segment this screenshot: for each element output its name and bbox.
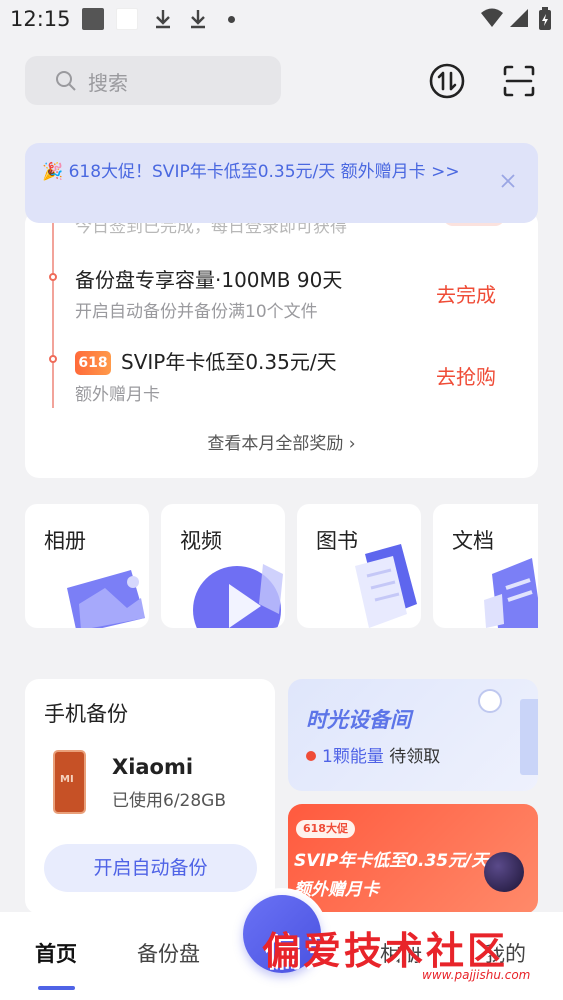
watermark: 偏爱技术社区 www.pajjishu.com [262, 920, 530, 982]
planet-decoration [484, 852, 524, 892]
promo-banner[interactable]: 🎉 618大促！SVIP年卡低至0.35元/天 额外赠月卡 >> [25, 143, 538, 223]
device-usage: 已使用6/28GB [112, 791, 227, 811]
window-decoration [520, 699, 538, 775]
backup-title: 手机备份 [44, 702, 128, 726]
tab-backup-disk[interactable]: 备份盘 [137, 938, 200, 968]
phone-backup-card[interactable]: 手机备份 MI Xiaomi 已使用6/28GB 开启自动备份 [25, 679, 275, 914]
promo-banner-text: 🎉 618大促！SVIP年卡低至0.35元/天 额外赠月卡 >> [42, 162, 460, 182]
time-device-card[interactable]: 时光设备间 1颗能量 待领取 [288, 679, 538, 791]
task-subtitle: 额外赠月卡 [75, 385, 160, 405]
status-bar: 12:15 [0, 0, 563, 40]
download-icon [156, 10, 170, 29]
wifi-icon [481, 8, 503, 27]
svip-promo-card[interactable]: 618大促 SVIP年卡低至0.35元/天 额外赠月卡 [288, 804, 538, 914]
time-device-title: 时光设备间 [306, 708, 411, 732]
618-tag: 618 [75, 351, 111, 375]
category-photos[interactable]: 相册 [25, 504, 149, 628]
transfer-icon[interactable] [427, 61, 467, 101]
search-icon [56, 71, 76, 91]
document-icon [484, 558, 538, 628]
device-name: Xiaomi [112, 755, 194, 779]
timeline-dot [49, 355, 57, 363]
rewards-task-card: 今日签到已完成，每日登录即可获得 备份盘专享容量·100MB 90天 开启自动备… [25, 210, 538, 478]
category-videos[interactable]: 视频 [161, 504, 285, 628]
notification-blank-icon [116, 8, 138, 30]
category-documents[interactable]: 文档 [433, 504, 538, 628]
search-placeholder: 搜索 [88, 71, 128, 95]
promo-badge: 618大促 [296, 820, 355, 838]
task-subtitle: 开启自动备份并备份满10个文件 [75, 302, 318, 322]
video-play-icon [193, 564, 283, 628]
energy-status: 1颗能量 待领取 [306, 742, 440, 767]
enable-auto-backup-button[interactable]: 开启自动备份 [44, 844, 257, 892]
search-input[interactable]: 搜索 [25, 56, 281, 105]
promo-headline: SVIP年卡低至0.35元/天 [294, 851, 489, 871]
more-notifications-icon [228, 16, 235, 23]
phone-icon: MI [53, 750, 86, 814]
task-title: 备份盘专享容量·100MB 90天 [75, 268, 343, 292]
phone-brand-logo: MI [60, 774, 74, 785]
watermark-url: www.pajjishu.com [422, 968, 531, 982]
notification-gallery-icon [82, 8, 104, 30]
category-label: 视频 [180, 529, 222, 553]
task-complete-button[interactable]: 去完成 [436, 279, 496, 308]
red-dot-icon [306, 751, 316, 761]
task-buy-button[interactable]: 去抢购 [436, 361, 496, 390]
status-time: 12:15 [10, 7, 71, 31]
signal-icon [510, 9, 528, 27]
task-title-text: SVIP年卡低至0.35元/天 [121, 350, 337, 374]
scan-icon[interactable] [499, 61, 539, 101]
timeline [52, 220, 54, 408]
energy-claim-status: 待领取 [389, 747, 441, 767]
watermark-text: 偏爱技术社区 [262, 928, 509, 973]
timeline-dot [49, 273, 57, 281]
view-all-rewards-link[interactable]: 查看本月全部奖励 › [25, 429, 538, 454]
category-label: 文档 [452, 529, 494, 553]
task-title: 618 SVIP年卡低至0.35元/天 [75, 346, 337, 375]
category-label: 相册 [44, 529, 86, 553]
battery-icon [539, 7, 551, 30]
download-icon [191, 10, 205, 29]
book-icon [355, 544, 417, 628]
clock-icon [478, 689, 502, 713]
close-icon[interactable] [500, 173, 516, 189]
active-tab-indicator [38, 986, 75, 990]
category-books[interactable]: 图书 [297, 504, 421, 628]
photo-album-icon [67, 570, 145, 628]
tab-home[interactable]: 首页 [35, 938, 77, 968]
energy-count: 1颗能量 [322, 747, 384, 767]
